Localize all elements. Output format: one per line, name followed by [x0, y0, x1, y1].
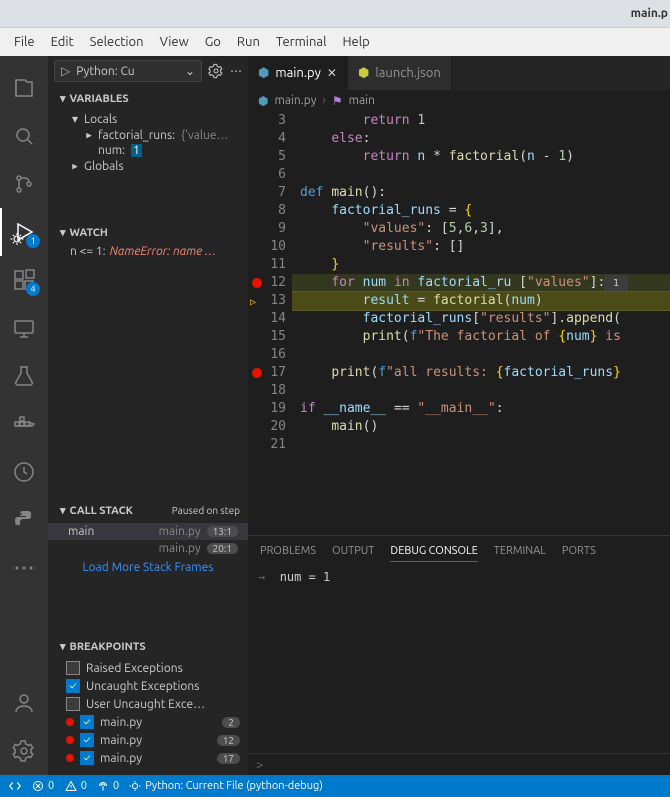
window-title: main.p [631, 7, 668, 20]
bp-builtin[interactable]: Uncaught Exceptions [48, 677, 248, 695]
breakpoint-dot[interactable] [252, 368, 262, 378]
panel-tablist: PROBLEMS OUTPUT DEBUG CONSOLE TERMINAL PORTS [248, 536, 670, 566]
ext-badge: 4 [26, 282, 40, 296]
menu-selection[interactable]: Selection [82, 31, 152, 53]
breakpoint-dot [66, 754, 74, 762]
activity-scm[interactable] [0, 160, 48, 208]
titlebar: main.p [0, 0, 670, 28]
debug-config-label: Python: Cu [76, 65, 134, 78]
section-watch[interactable]: Watch [48, 222, 248, 243]
bp-file[interactable]: main.py17 [48, 749, 248, 767]
status-remote[interactable] [8, 779, 22, 793]
breakpoint-dot [66, 718, 74, 726]
python-file-icon: ⬢ [258, 66, 269, 81]
menu-help[interactable]: Help [334, 31, 377, 53]
activity-testing[interactable] [0, 352, 48, 400]
tab-bar: ⬢main.py✕⬢launch.json [248, 56, 670, 90]
play-icon: ▷ [61, 64, 70, 78]
checkbox[interactable] [80, 751, 94, 765]
tab-main-py[interactable]: ⬢main.py✕ [248, 56, 348, 90]
activity-history[interactable] [0, 448, 48, 496]
chevron-down-icon [60, 92, 66, 105]
activity-bar: 1 4 [0, 56, 48, 775]
checkbox[interactable] [80, 733, 94, 747]
checkbox[interactable] [80, 715, 94, 729]
menubar: FileEditSelectionViewGoRunTerminalHelp [0, 28, 670, 56]
tab-launch-json[interactable]: ⬢launch.json [348, 56, 452, 90]
debug-sidebar: ▷ Python: Cu ⌄ ⋯ Variables Locals factor… [48, 56, 248, 775]
chevron-down-icon [60, 504, 66, 517]
menu-edit[interactable]: Edit [43, 31, 82, 53]
panel-tab-debug-console[interactable]: DEBUG CONSOLE [390, 541, 477, 562]
checkbox[interactable] [66, 697, 80, 711]
activity-extensions[interactable]: 4 [0, 256, 48, 304]
status-ports[interactable]: 0 [97, 780, 119, 792]
bp-builtin[interactable]: User Uncaught Exce… [48, 695, 248, 713]
chevron-down-icon [60, 226, 66, 239]
checkbox[interactable] [66, 661, 80, 675]
menu-file[interactable]: File [6, 31, 43, 53]
activity-account[interactable] [0, 679, 48, 727]
menu-run[interactable]: Run [229, 31, 268, 53]
activity-ellipsis[interactable] [0, 544, 48, 592]
activity-python[interactable] [0, 496, 48, 544]
activity-explorer[interactable] [0, 64, 48, 112]
symbol-icon: ⚑ [332, 94, 343, 108]
close-icon[interactable]: ✕ [327, 66, 337, 80]
python-file-icon: ⬢ [258, 94, 268, 108]
ellipsis-icon[interactable]: ⋯ [230, 64, 242, 78]
load-more-frames[interactable]: Load More Stack Frames [48, 557, 248, 578]
status-problems[interactable]: 0 0 [32, 780, 87, 792]
variable-item[interactable]: num: 1 [48, 143, 248, 158]
chevron-down-icon [60, 640, 66, 653]
debug-console-output[interactable]: → num = 1 [248, 566, 670, 753]
locals-node[interactable]: Locals [48, 111, 248, 127]
chevron-down-icon [70, 112, 80, 126]
section-callstack[interactable]: Call StackPaused on step [48, 500, 248, 521]
activity-docker[interactable] [0, 400, 48, 448]
code-editor[interactable]: 345678910111213▷1415161718192021 return … [248, 112, 670, 535]
chevron-down-icon: ⌄ [185, 64, 195, 78]
menu-go[interactable]: Go [197, 31, 229, 53]
activity-remote[interactable] [0, 304, 48, 352]
bp-builtin[interactable]: Raised Exceptions [48, 659, 248, 677]
stack-frame[interactable]: mainmain.py13:1 [48, 523, 248, 540]
status-bar: 0 0 0 Python: Current File (python-debug… [0, 775, 670, 797]
section-breakpoints[interactable]: Breakpoints [48, 636, 248, 657]
panel-tab-terminal[interactable]: TERMINAL [494, 541, 546, 561]
chevron-right-icon [84, 128, 94, 142]
debug-config-dropdown[interactable]: ▷ Python: Cu ⌄ [54, 60, 202, 82]
panel-tab-output[interactable]: OUTPUT [332, 541, 374, 561]
chevron-right-icon: › [323, 94, 326, 107]
bp-file[interactable]: main.py2 [48, 713, 248, 731]
activity-debug[interactable]: 1 [0, 208, 48, 256]
chevron-right-icon [70, 159, 80, 173]
breakpoint-dot [66, 736, 74, 744]
bp-file[interactable]: main.py12 [48, 731, 248, 749]
panel-tab-problems[interactable]: PROBLEMS [260, 541, 316, 561]
status-debug-config[interactable]: Python: Current File (python-debug) [129, 780, 323, 792]
checkbox[interactable] [66, 679, 80, 693]
variable-item[interactable]: factorial_runs: {'value… [48, 127, 248, 143]
editor-area: ⬢main.py✕⬢launch.json ⬢ main.py › ⚑ main… [248, 56, 670, 775]
stack-frame[interactable]: main.py20:1 [48, 540, 248, 557]
globals-node[interactable]: Globals [48, 158, 248, 174]
activity-search[interactable] [0, 112, 48, 160]
breadcrumb[interactable]: ⬢ main.py › ⚑ main [248, 90, 670, 112]
activity-settings[interactable] [0, 727, 48, 775]
menu-view[interactable]: View [152, 31, 197, 53]
debug-console-input[interactable]: > [248, 753, 670, 775]
breakpoint-dot[interactable] [252, 278, 262, 288]
panel-tab-ports[interactable]: PORTS [562, 541, 596, 561]
watch-item[interactable]: n <= 1: NameError: name … [48, 245, 248, 258]
bottom-panel: PROBLEMS OUTPUT DEBUG CONSOLE TERMINAL PORTS… [248, 535, 670, 775]
menu-terminal[interactable]: Terminal [268, 31, 335, 53]
section-variables[interactable]: Variables [48, 88, 248, 109]
json-file-icon: ⬢ [358, 66, 369, 81]
debug-badge: 1 [26, 234, 40, 248]
gear-icon[interactable] [208, 63, 224, 79]
